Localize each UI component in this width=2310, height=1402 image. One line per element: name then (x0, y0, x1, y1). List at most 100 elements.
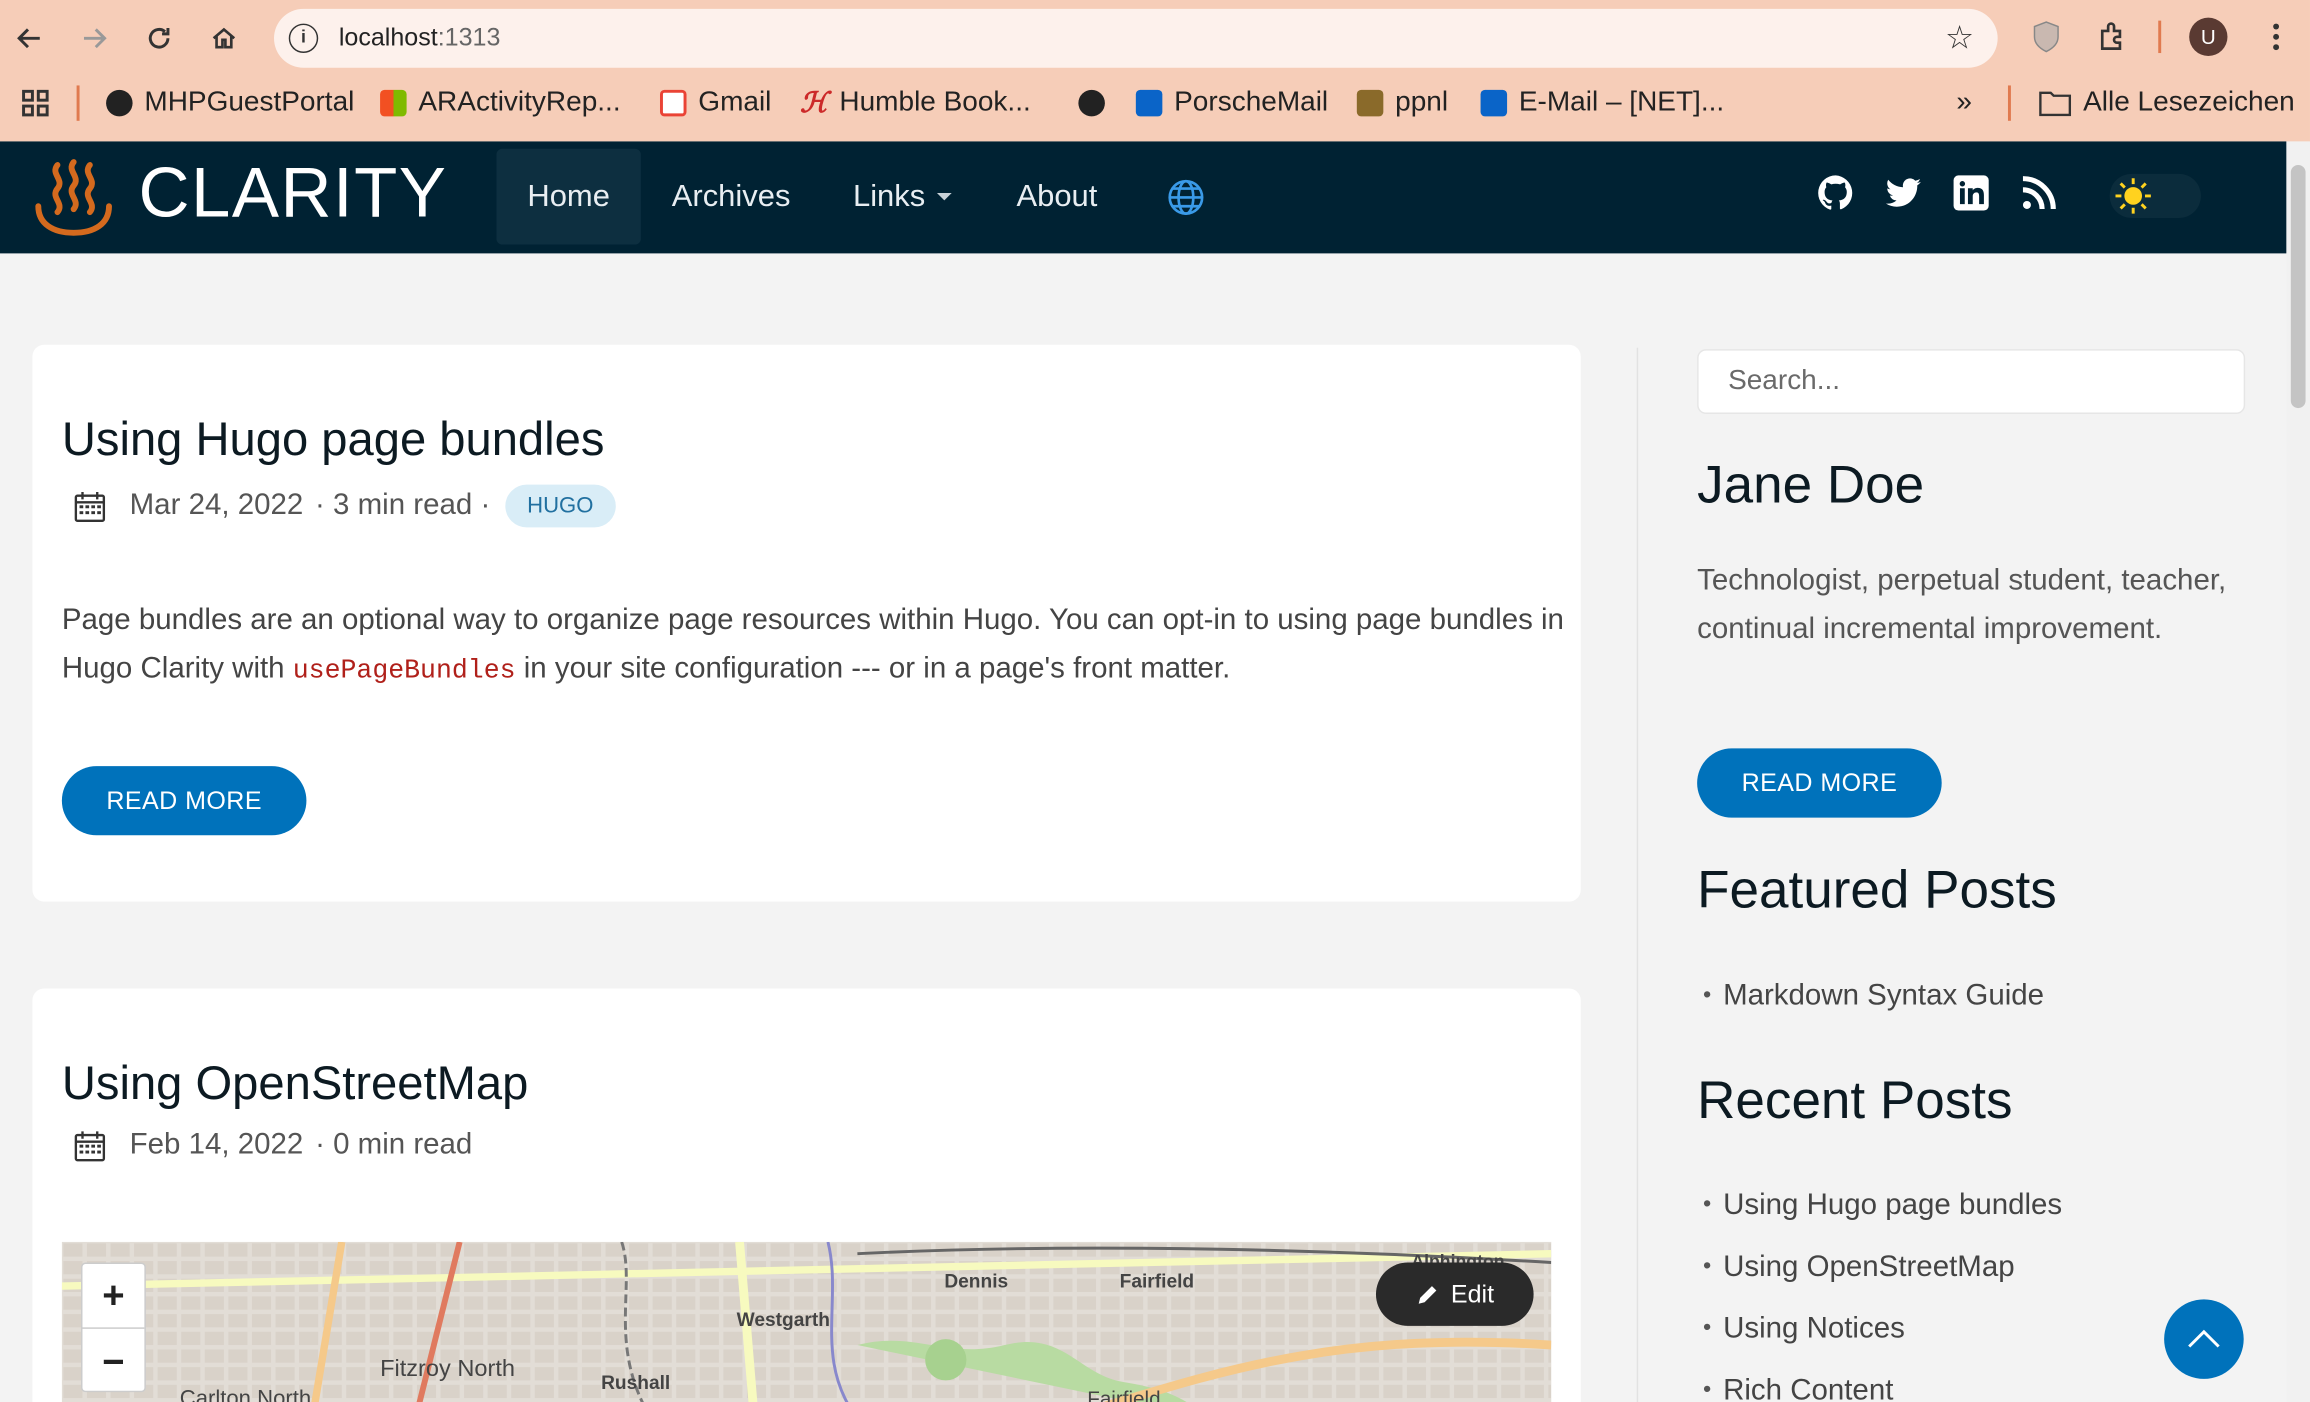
outlook-icon (1480, 89, 1508, 117)
twitter-icon[interactable] (1884, 174, 1922, 212)
bookmarks-separator (2007, 85, 2011, 121)
map-edit-button[interactable]: Edit (1375, 1262, 1534, 1326)
recent-posts-heading: Recent Posts (1697, 1069, 2013, 1130)
sun-icon (2115, 178, 2151, 214)
gmail-icon (659, 89, 687, 117)
github-icon[interactable] (1816, 174, 1854, 212)
post-meta: Mar 24, 2022 · 3 min read · HUGO (74, 484, 616, 528)
post-date: Mar 24, 2022 (129, 489, 304, 522)
map-label: Westgarth (736, 1308, 830, 1331)
globe-icon (106, 89, 133, 117)
map-label: Fairfield (1087, 1386, 1161, 1402)
chevron-up-icon (2188, 1329, 2220, 1348)
featured-posts-heading: Featured Posts (1697, 858, 2057, 920)
microsoft-icon (380, 89, 407, 117)
site-logo-text[interactable]: CLARITY (138, 153, 447, 234)
author-name: Jane Doe (1697, 453, 1925, 515)
post-card: Using OpenStreetMap Feb 14, 2022 · 0 min… (32, 988, 1581, 1402)
recent-post-link[interactable]: Using OpenStreetMap (1703, 1236, 2062, 1298)
post-read-time: · 3 min read · (315, 489, 491, 522)
toolbar-separator (2158, 20, 2162, 54)
map-label: Carlton North (179, 1386, 312, 1402)
apps-grid-icon[interactable] (21, 85, 50, 120)
language-globe-icon[interactable] (1137, 149, 1234, 245)
bookmark-ppnl[interactable]: ppnl (1356, 85, 1448, 120)
post-title[interactable]: Using Hugo page bundles (62, 412, 605, 467)
back-icon[interactable] (6, 12, 53, 65)
author-read-more-button[interactable]: READ MORE (1697, 748, 1942, 818)
bookmark-gmail[interactable]: Gmail (659, 85, 771, 120)
sidebar-divider (1636, 347, 1639, 1402)
map-label: Rushall (601, 1371, 671, 1394)
porsche-crest-icon (1356, 89, 1384, 117)
nav-home[interactable]: Home (496, 148, 641, 245)
nav-links[interactable]: Links (824, 149, 982, 245)
recent-posts-list: Using Hugo page bundles Using OpenStreet… (1703, 1174, 2062, 1402)
bookmarks-bar: MHPGuestPortal ARActivityRep... Gmail ℋH… (0, 77, 2310, 130)
calendar-icon (74, 1130, 106, 1161)
map-label: Fitzroy North (380, 1356, 515, 1382)
zoom-out-button[interactable]: − (82, 1329, 144, 1394)
nav-archives[interactable]: Archives (642, 149, 820, 245)
zoom-in-button[interactable]: + (82, 1264, 145, 1329)
map-label: Fairfield (1119, 1269, 1195, 1292)
tag-hugo[interactable]: HUGO (505, 484, 616, 528)
openstreetmap-embed[interactable]: Dennis Fairfield Westgarth Fitzroy North… (61, 1241, 1552, 1402)
reload-icon[interactable] (136, 12, 183, 65)
page-scrollbar[interactable] (2286, 141, 2310, 1402)
outlook-icon (1135, 89, 1163, 117)
post-read-time: · 0 min read (315, 1128, 473, 1161)
nav-links-label: Links (852, 178, 926, 213)
home-icon[interactable] (200, 12, 247, 65)
search-input[interactable] (1697, 349, 2246, 414)
chevron-down-icon (937, 192, 952, 201)
all-bookmarks[interactable]: Alle Lesezeichen (2039, 85, 2295, 120)
rss-icon[interactable] (2020, 174, 2058, 212)
theme-toggle[interactable] (2109, 173, 2201, 219)
extension-shield-icon[interactable] (2024, 15, 2068, 59)
menu-kebab-icon[interactable] (2254, 15, 2298, 59)
bookmark-star-icon[interactable]: ☆ (1945, 19, 1974, 57)
inline-code: usePageBundles (292, 656, 516, 686)
site-info-icon[interactable]: i (288, 23, 319, 54)
bookmarks-overflow[interactable]: » (1956, 85, 1972, 120)
calendar-icon (74, 491, 106, 522)
post-date: Feb 14, 2022 (129, 1128, 304, 1161)
site-header: CLARITY Home Archives Links About (0, 141, 2287, 254)
post-title[interactable]: Using OpenStreetMap (62, 1056, 528, 1111)
bookmark-email-net[interactable]: E-Mail – [NET]... (1480, 85, 1724, 120)
extensions-puzzle-icon[interactable] (2090, 15, 2134, 59)
url-text: localhost:1313 (338, 23, 501, 52)
bookmark-globe[interactable] (1078, 85, 1105, 120)
humble-icon: ℋ (799, 87, 828, 119)
map-label: Dennis (944, 1269, 1009, 1292)
bookmark-mhpguestportal[interactable]: MHPGuestPortal (106, 85, 354, 120)
bookmarks-separator (76, 85, 80, 121)
bookmark-aractivityrep[interactable]: ARActivityRep... (380, 85, 621, 120)
map-zoom-control: + − (81, 1262, 146, 1394)
post-excerpt: Page bundles are an optional way to orga… (61, 604, 1564, 686)
scrollbar-thumb[interactable] (2290, 164, 2306, 409)
linkedin-icon[interactable] (1952, 174, 1990, 212)
bookmark-porschemail[interactable]: PorscheMail (1135, 85, 1328, 120)
folder-icon (2039, 91, 2072, 117)
map-edit-label: Edit (1450, 1279, 1495, 1308)
address-bar[interactable]: i localhost:1313 ☆ (274, 8, 1998, 68)
globe-icon (1078, 89, 1105, 117)
logo-icon[interactable] (32, 153, 114, 238)
recent-post-link[interactable]: Using Hugo page bundles (1703, 1174, 2062, 1236)
read-more-button[interactable]: READ MORE (61, 766, 307, 836)
featured-post-link[interactable]: Markdown Syntax Guide (1703, 965, 2044, 1027)
scroll-to-top-button[interactable] (2164, 1299, 2244, 1379)
nav-about[interactable]: About (987, 149, 1127, 245)
browser-toolbar: i localhost:1313 ☆ U MHPGuestPortal ARAc… (0, 0, 2310, 142)
post-card: Using Hugo page bundles Mar 24, 2022 · 3… (32, 344, 1581, 902)
recent-post-link[interactable]: Rich Content (1703, 1360, 2062, 1402)
bookmark-humble[interactable]: ℋ Humble Book... (800, 85, 1031, 120)
post-meta: Feb 14, 2022 · 0 min read (74, 1128, 473, 1162)
pencil-icon (1418, 1285, 1437, 1304)
recent-post-link[interactable]: Using Notices (1703, 1298, 2062, 1360)
featured-posts-list: Markdown Syntax Guide (1703, 965, 2044, 1027)
profile-avatar[interactable]: U (2189, 17, 2228, 56)
forward-icon[interactable] (71, 12, 118, 65)
